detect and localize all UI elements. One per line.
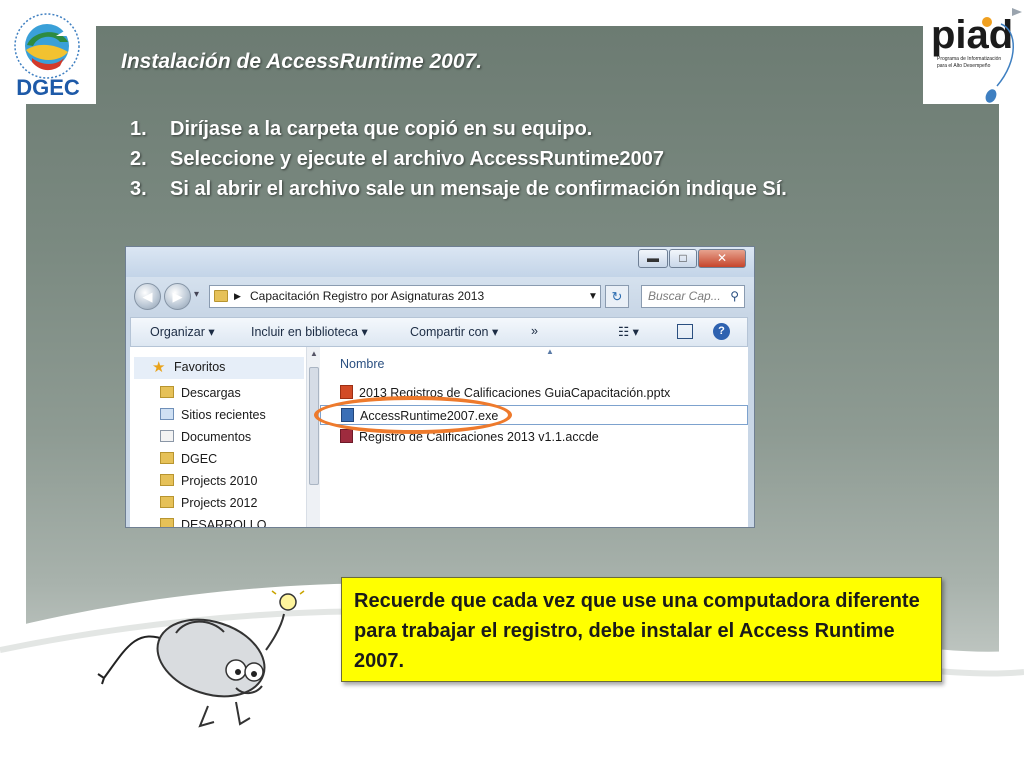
- step-number: 2.: [130, 148, 147, 170]
- search-placeholder: Buscar Cap...: [648, 289, 721, 303]
- sidebar-item-label: Descargas: [181, 386, 241, 400]
- sidebar-item-label: DGEC: [181, 452, 218, 466]
- view-options-icon[interactable]: ☷ ▾: [618, 324, 639, 339]
- forward-button[interactable]: ▶: [164, 283, 191, 310]
- sidebar-item-dgec[interactable]: DGEC: [160, 449, 217, 469]
- address-row: ◀ ▶ ▾ ▶ Capacitación Registro por Asigna…: [126, 277, 754, 315]
- window-titlebar: ▬ □ ✕: [126, 247, 754, 277]
- step-item: 2. Seleccione y ejecute el archivo Access…: [130, 144, 787, 174]
- dgec-logo: DGEC: [0, 0, 96, 104]
- folder-icon: [160, 518, 174, 527]
- sidebar-item-label: Documentos: [181, 430, 252, 444]
- documents-icon: [160, 430, 174, 442]
- more-commands-button[interactable]: »: [531, 324, 538, 338]
- column-header-name[interactable]: Nombre: [340, 357, 384, 371]
- address-dropdown-icon[interactable]: ▼: [588, 286, 598, 307]
- sidebar-item-label: Projects 2012: [181, 496, 258, 510]
- folder-icon: [160, 496, 174, 508]
- recent-pages-dropdown[interactable]: ▾: [194, 289, 199, 300]
- back-button[interactable]: ◀: [134, 283, 161, 310]
- svg-text:Programa de Informatización: Programa de Informatización: [937, 56, 1001, 62]
- explorer-window: ▬ □ ✕ ◀ ▶ ▾ ▶ Capacitación Registro por …: [125, 246, 755, 528]
- address-bar[interactable]: ▶ Capacitación Registro por Asignaturas …: [209, 285, 601, 308]
- scroll-up-icon[interactable]: ▲: [310, 349, 318, 358]
- step-number: 1.: [130, 118, 147, 140]
- sidebar-item-descargas[interactable]: Descargas: [160, 383, 241, 403]
- download-icon: [160, 386, 174, 398]
- command-toolbar: Organizar ▾ Incluir en biblioteca ▾ Comp…: [130, 317, 748, 347]
- step-text: Seleccione y ejecute el archivo AccessRu…: [170, 148, 664, 170]
- slide-corner-ornament: [1012, 8, 1022, 16]
- dgec-logo-text: DGEC: [16, 75, 80, 100]
- step-text: Si al abrir el archivo sale un mensaje d…: [170, 178, 787, 200]
- piad-logo-text: piad: [931, 13, 1013, 57]
- search-input[interactable]: Buscar Cap... ⚲: [641, 285, 745, 308]
- breadcrumb-arrow-icon: ▶: [234, 291, 241, 301]
- sidebar-item-sitios-recientes[interactable]: Sitios recientes: [160, 405, 266, 425]
- sidebar-item-label: DESARROLLO: [181, 518, 267, 528]
- folder-icon: [160, 474, 174, 486]
- help-icon[interactable]: ?: [713, 323, 730, 340]
- favorites-label: Favoritos: [174, 360, 226, 374]
- favorites-node[interactable]: ★ Favoritos: [134, 357, 304, 379]
- sidebar-item-documentos[interactable]: Documentos: [160, 427, 251, 447]
- folder-icon: [214, 290, 228, 302]
- share-with-button[interactable]: Compartir con ▾: [410, 324, 498, 339]
- piad-logo: piad Programa de Informatización para el…: [923, 0, 1024, 104]
- mouse-mascot-illustration: [97, 588, 305, 728]
- nav-scrollbar[interactable]: ▲: [306, 347, 320, 527]
- slide-title: Instalación de AccessRuntime 2007.: [121, 50, 483, 73]
- maximize-button[interactable]: □: [669, 249, 697, 268]
- sidebar-item-projects-2012[interactable]: Projects 2012: [160, 493, 257, 513]
- sort-indicator-icon: ▲: [546, 347, 554, 356]
- steps-list: 1. Diríjase a la carpeta que copió en su …: [130, 114, 787, 204]
- sidebar-item-label: Sitios recientes: [181, 408, 266, 422]
- recent-places-icon: [160, 408, 174, 420]
- reminder-note: Recuerde que cada vez que use una comput…: [341, 577, 942, 682]
- folder-icon: [160, 452, 174, 464]
- powerpoint-file-icon: [340, 385, 353, 399]
- sidebar-item-desarrollo[interactable]: DESARROLLO: [160, 515, 267, 528]
- step-item: 1. Diríjase a la carpeta que copió en su …: [130, 114, 787, 144]
- step-number: 3.: [130, 178, 147, 200]
- highlight-ellipse: [314, 396, 512, 434]
- search-icon: ⚲: [730, 289, 739, 303]
- sidebar-item-projects-2010[interactable]: Projects 2010: [160, 471, 257, 491]
- svg-text:para el Alto Desempeño: para el Alto Desempeño: [937, 63, 991, 69]
- access-file-icon: [340, 429, 353, 443]
- minimize-button[interactable]: ▬: [638, 249, 668, 268]
- include-in-library-button[interactable]: Incluir en biblioteca ▾: [251, 324, 368, 339]
- file-list-pane: Nombre ▲ 2013 Registros de Calificacione…: [320, 347, 748, 527]
- address-path: Capacitación Registro por Asignaturas 20…: [250, 289, 485, 303]
- organize-button[interactable]: Organizar ▾: [150, 324, 215, 339]
- close-button[interactable]: ✕: [698, 249, 746, 268]
- refresh-button[interactable]: ↻: [605, 285, 629, 308]
- star-icon: ★: [152, 359, 166, 376]
- navigation-pane: ★ Favoritos Descargas Sitios recientes D…: [130, 347, 320, 528]
- step-item: 3. Si al abrir el archivo sale un mensaje…: [130, 174, 787, 204]
- scrollbar-thumb[interactable]: [309, 367, 319, 485]
- preview-pane-icon[interactable]: [677, 324, 693, 339]
- sidebar-item-label: Projects 2010: [181, 474, 258, 488]
- step-text: Diríjase a la carpeta que copió en su eq…: [170, 118, 593, 140]
